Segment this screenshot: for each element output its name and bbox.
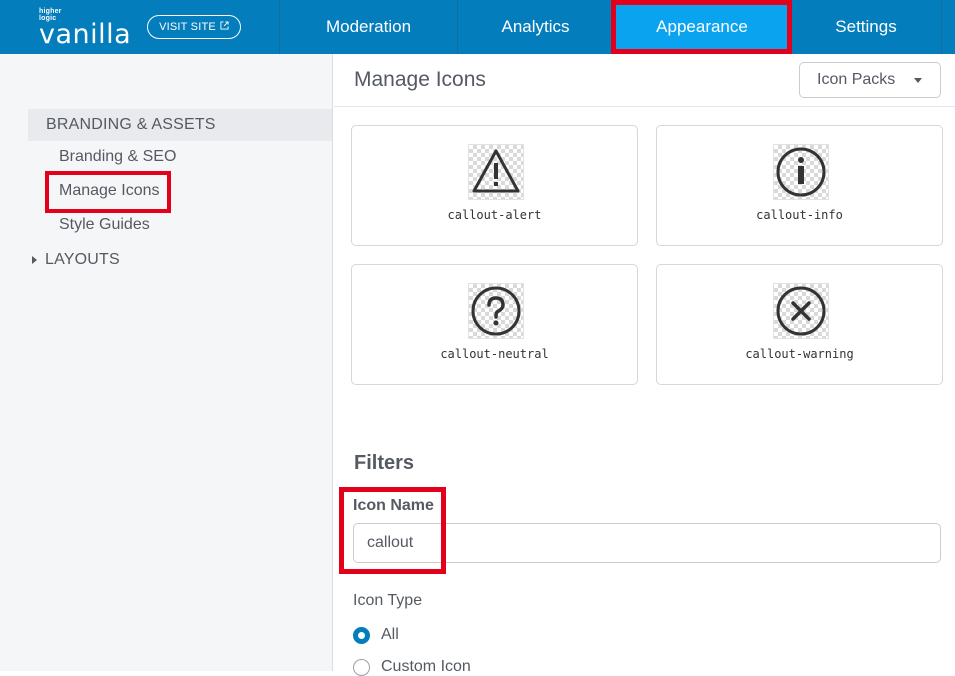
info-circle-icon [773, 144, 829, 200]
nav-tab-settings[interactable]: Settings [790, 0, 941, 54]
icon-card-callout-neutral[interactable]: callout-neutral [351, 264, 638, 385]
icon-name-input[interactable] [353, 523, 941, 563]
icon-packs-dropdown[interactable]: Icon Packs [799, 62, 941, 98]
icon-card-callout-alert[interactable]: callout-alert [351, 125, 638, 246]
icon-card-label: callout-alert [447, 208, 542, 222]
visit-site-label: VISIT SITE [159, 21, 216, 33]
icon-card-callout-warning[interactable]: callout-warning [656, 264, 943, 385]
nav-tab-overflow [941, 0, 955, 54]
question-circle-icon [468, 283, 524, 339]
sidebar-item-branding-seo[interactable]: Branding & SEO [59, 148, 176, 166]
nav-tab-label: Analytics [501, 17, 570, 36]
caret-right-icon [32, 256, 37, 264]
page-title: Manage Icons [354, 68, 486, 91]
manage-icons-highlight-box [45, 171, 171, 213]
nav-tab-moderation[interactable]: Moderation [279, 0, 457, 54]
radio-option-label: Custom Icon [381, 658, 471, 675]
radio-option-custom-icon[interactable]: Custom Icon [353, 658, 471, 676]
radio-option-label: All [381, 626, 399, 643]
nav-tab-appearance[interactable]: Appearance [613, 0, 790, 54]
warning-triangle-icon [468, 144, 524, 200]
filters-title: Filters [354, 452, 415, 474]
icon-card-callout-info[interactable]: callout-info [656, 125, 943, 246]
vanilla-logo[interactable]: higher logic vanilla [39, 8, 132, 50]
radio-button-checked[interactable] [353, 626, 370, 644]
logo-name: vanilla [39, 19, 132, 50]
radio-option-all[interactable]: All [353, 626, 399, 644]
icon-card-label: callout-warning [745, 347, 854, 361]
visit-site-button[interactable]: VISIT SITE [147, 15, 241, 39]
external-link-icon [220, 21, 229, 33]
header-divider [334, 106, 955, 107]
icon-name-label: Icon Name [353, 497, 434, 514]
icon-card-label: callout-info [756, 208, 843, 222]
sidebar-section-layouts[interactable]: LAYOUTS [32, 251, 120, 269]
chevron-down-icon [914, 78, 922, 83]
logo-small-top: higher [39, 8, 62, 15]
x-circle-icon [773, 283, 829, 339]
nav-tab-label: Settings [835, 17, 897, 36]
icon-card-label: callout-neutral [440, 347, 549, 361]
radio-button[interactable] [353, 658, 370, 676]
sidebar-item-style-guides[interactable]: Style Guides [59, 216, 150, 234]
sidebar-section-layouts-label: LAYOUTS [45, 251, 120, 268]
icon-type-label: Icon Type [353, 592, 423, 609]
sidebar-section-branding[interactable]: BRANDING & ASSETS [28, 109, 332, 141]
nav-tab-analytics[interactable]: Analytics [457, 0, 613, 54]
sidebar: BRANDING & ASSETS Branding & SEO Manage … [0, 54, 333, 671]
nav-tab-label: Appearance [656, 17, 748, 36]
top-bar: higher logic vanilla VISIT SITE Moderati… [0, 0, 955, 54]
nav-tab-label: Moderation [325, 17, 412, 36]
icon-packs-label: Icon Packs [817, 71, 896, 88]
